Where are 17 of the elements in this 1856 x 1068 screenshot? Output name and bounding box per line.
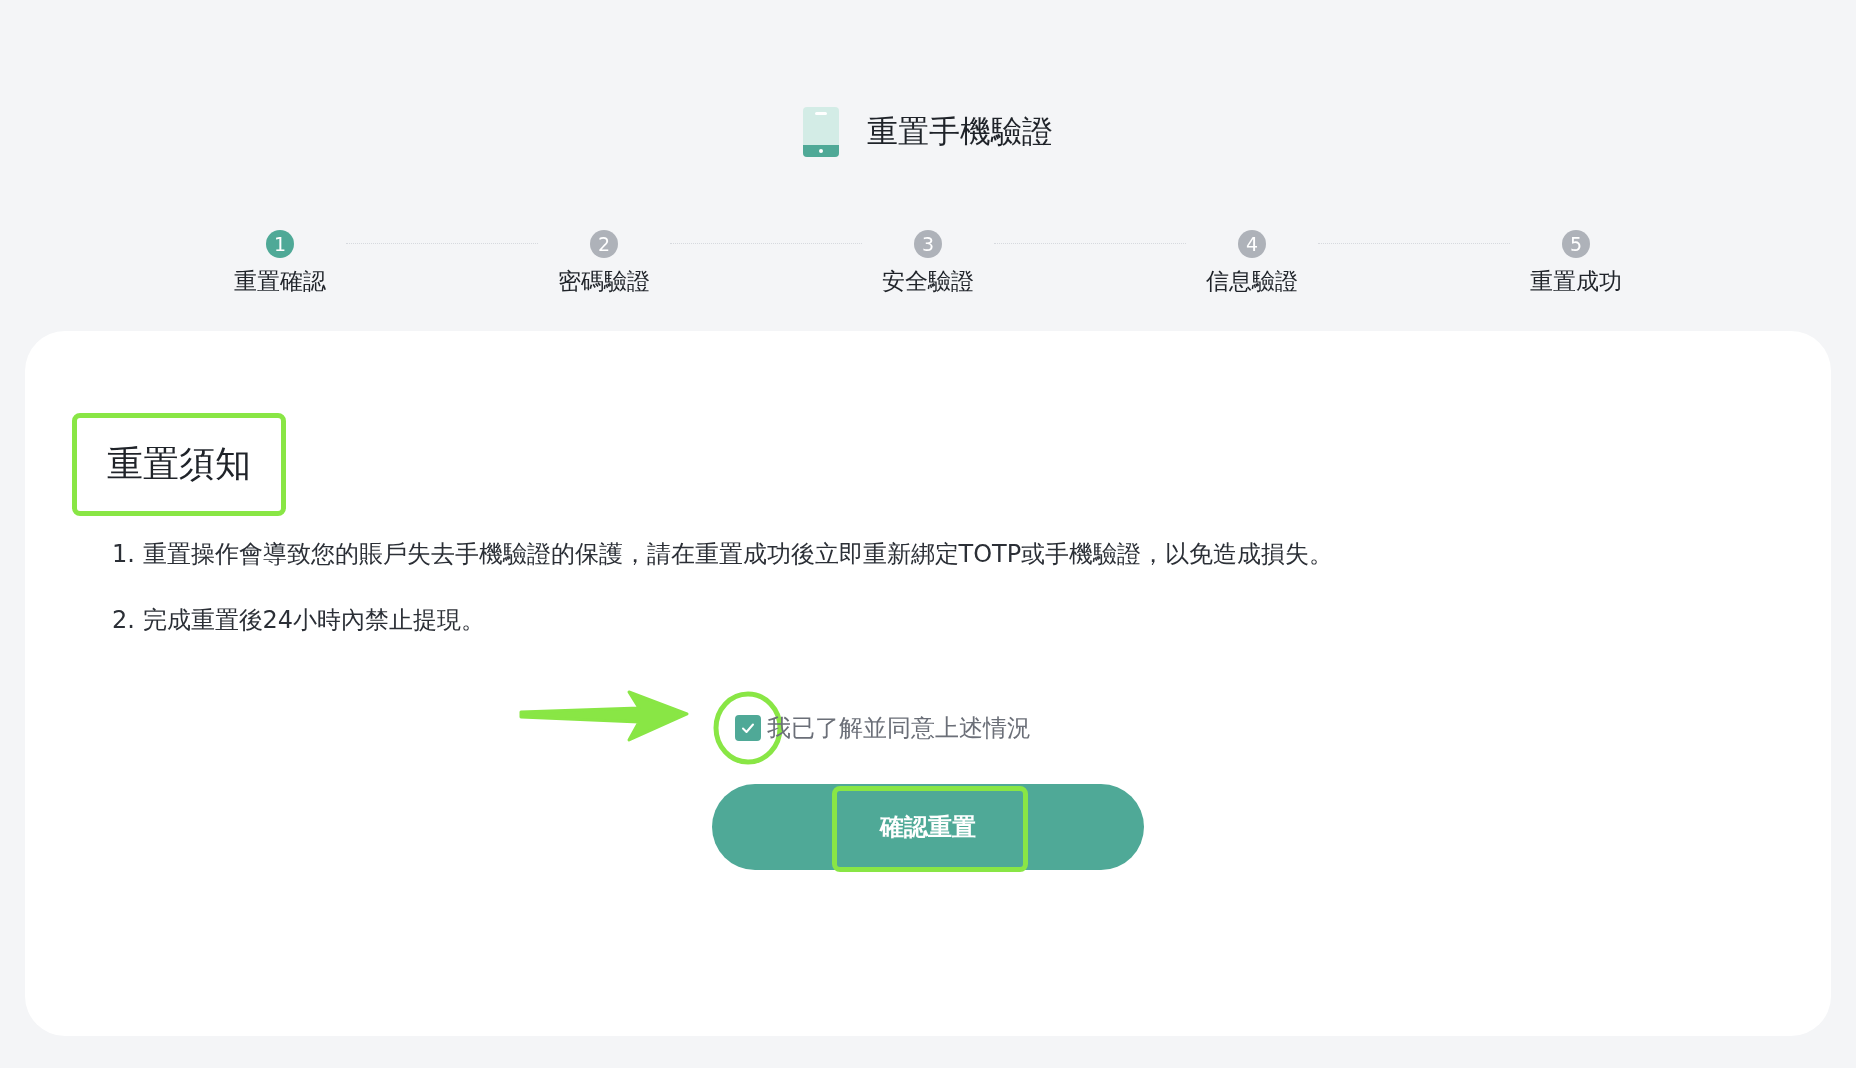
step-number: 5 xyxy=(1562,230,1590,258)
step-label: 重置確認 xyxy=(234,267,326,296)
phone-icon xyxy=(803,107,839,157)
step-number: 4 xyxy=(1238,230,1266,258)
notice-item: 1. 重置操作會導致您的賬戶失去手機驗證的保護，請在重置成功後立即重新綁定TOTP或手機驗證，以免造成損失。 xyxy=(112,539,1335,570)
step-label: 密碼驗證 xyxy=(558,267,650,296)
notice-item: 2. 完成重置後24小時內禁止提現。 xyxy=(112,605,487,636)
notice-heading: 重置須知 xyxy=(107,442,251,486)
step-label: 信息驗證 xyxy=(1206,267,1298,296)
step-number: 2 xyxy=(590,230,618,258)
page-title: 重置手機驗證 xyxy=(867,112,1053,151)
step-label: 重置成功 xyxy=(1530,267,1622,296)
step-number: 1 xyxy=(266,230,294,258)
confirm-button[interactable]: 確認重置 xyxy=(712,784,1144,870)
step-label: 安全驗證 xyxy=(882,267,974,296)
step-number: 3 xyxy=(914,230,942,258)
checkbox[interactable] xyxy=(735,715,761,741)
